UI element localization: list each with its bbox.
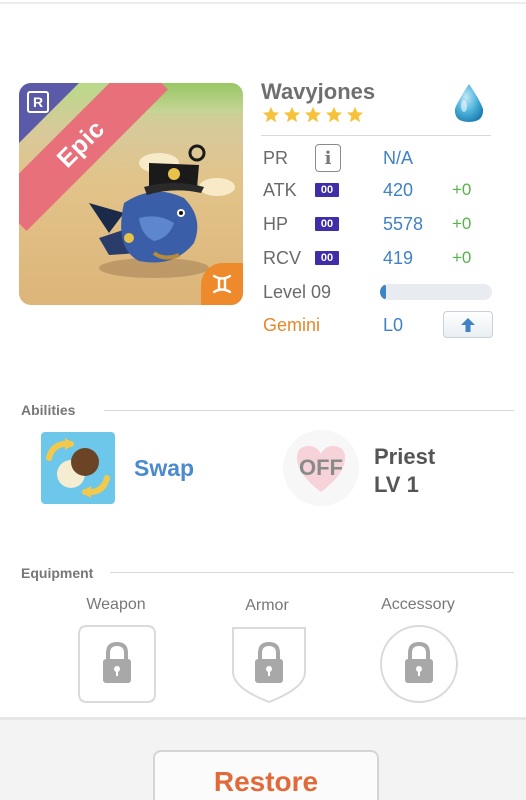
arrow-up-icon — [461, 317, 475, 332]
swap-ability-icon[interactable] — [41, 432, 115, 504]
star-icon — [283, 106, 301, 123]
weapon-label: Weapon — [86, 596, 146, 613]
stat-value: 5578 — [383, 213, 424, 234]
stat-row-rcv: RCV 00 419 +0 — [263, 245, 503, 271]
weapon-slot[interactable] — [77, 624, 157, 704]
zodiac-row: Gemini L0 — [263, 312, 443, 338]
level-label: Level 09 — [263, 281, 332, 302]
stat-value: N/A — [383, 147, 414, 168]
unit-name: Wavyjones — [261, 79, 376, 104]
equipment-title: Equipment — [21, 565, 94, 581]
gemini-icon — [201, 263, 243, 305]
stat-label: PR — [263, 147, 289, 168]
zodiac-label: Gemini — [263, 314, 321, 335]
top-divider — [0, 2, 526, 4]
equipment-divider — [110, 572, 514, 573]
armor-slot[interactable] — [229, 624, 309, 704]
leader-skill-info: Priest LV 1 — [374, 443, 435, 499]
level-row: Level 09 — [263, 279, 383, 305]
restore-button-label: Restore — [213, 766, 319, 797]
stat-row-hp: HP 00 5578 +0 — [263, 211, 503, 237]
stat-bonus: +0 — [452, 214, 472, 233]
info-icon[interactable]: i — [315, 144, 341, 172]
star-icon — [325, 106, 343, 123]
stat-row-pr: PR i N/A — [263, 144, 503, 172]
unit-card-art[interactable]: Epic R — [19, 83, 243, 305]
stat-value: 419 — [383, 247, 414, 268]
level-progress-bar — [380, 284, 492, 300]
leader-skill-state: OFF — [299, 455, 343, 480]
stat-value: 420 — [383, 179, 414, 200]
star-icon — [262, 106, 280, 123]
name-divider — [261, 135, 491, 136]
stat-row-atk: ATK 00 420 +0 — [263, 177, 503, 203]
accessory-label: Accessory — [381, 596, 455, 613]
leader-skill-level: LV 1 — [374, 472, 419, 497]
rank-icon: R — [27, 91, 49, 113]
abilities-divider — [104, 410, 514, 411]
star-rating — [262, 106, 364, 124]
stat-bonus: +0 — [452, 180, 472, 199]
water-drop-icon — [454, 84, 484, 122]
stat-label: RCV — [263, 247, 302, 268]
leader-skill-name: Priest — [374, 444, 436, 469]
stat-label: HP — [263, 213, 289, 234]
accessory-slot[interactable] — [379, 624, 459, 704]
abilities-title: Abilities — [21, 402, 76, 418]
armor-label: Armor — [245, 597, 289, 614]
restore-button[interactable]: Restore — [153, 750, 379, 800]
leader-skill-toggle[interactable]: OFF — [283, 430, 359, 506]
zodiac-upgrade-button[interactable] — [443, 311, 493, 338]
star-icon — [346, 106, 364, 123]
plus-badge: 00 — [315, 183, 339, 197]
zodiac-level: L0 — [383, 314, 404, 335]
star-icon — [304, 106, 322, 123]
stat-label: ATK — [263, 179, 297, 200]
stat-bonus: +0 — [452, 248, 472, 267]
active-ability-name[interactable]: Swap — [134, 455, 194, 482]
plus-badge: 00 — [315, 217, 339, 231]
plus-badge: 00 — [315, 251, 339, 265]
